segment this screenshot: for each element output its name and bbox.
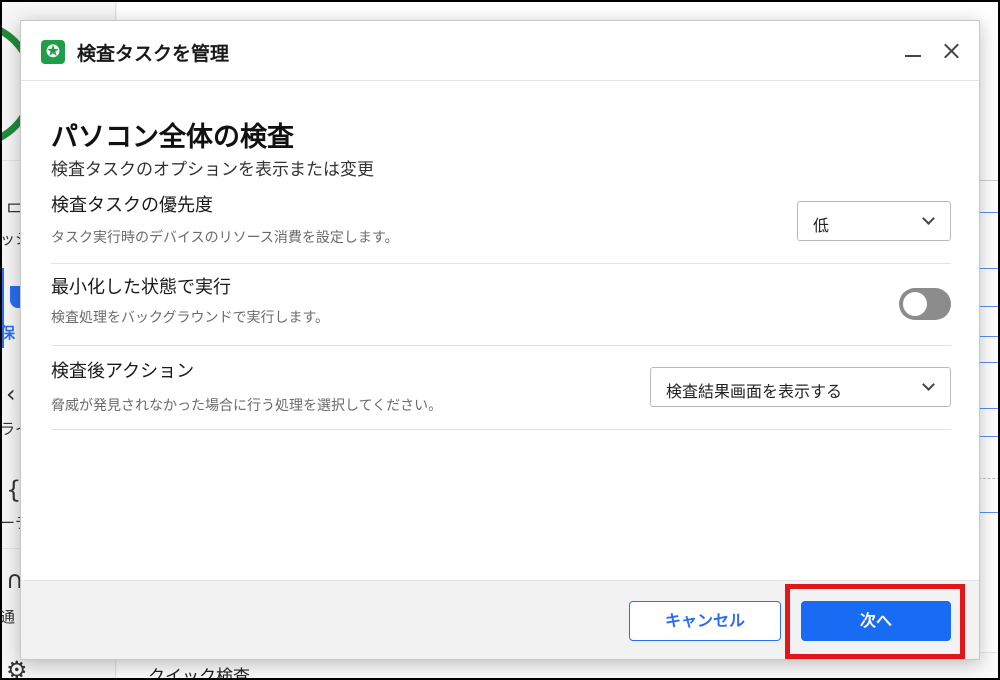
chevron-left-icon[interactable]: ‹ <box>6 380 16 408</box>
page-subtitle: 検査タスクのオプションを表示または変更 <box>51 160 374 180</box>
chevron-down-icon <box>922 212 935 225</box>
next-button[interactable]: 次へ <box>801 601 951 641</box>
dialog-titlebar: ✪ 検査タスクを管理 <box>21 21 979 81</box>
priority-description: タスク実行時のデバイスのリソース消費を設定します。 <box>51 230 399 246</box>
background-divider <box>978 362 1000 363</box>
background-divider <box>978 336 1000 337</box>
background-list-item[interactable]: クイック検査 <box>148 662 250 680</box>
post-scan-action-selected-value: 検査結果画面を表示する <box>666 382 843 401</box>
background-divider <box>978 306 1000 307</box>
run-minimized-toggle[interactable] <box>899 288 951 320</box>
background-divider <box>978 180 1000 181</box>
screen: ▭ ッシ 保 ‹ ライ { ーテ ∩ 通 ⚙ クイック検査 ✪ 検査タスクを管理… <box>0 0 1000 680</box>
dialog-title: 検査タスクを管理 <box>77 43 230 65</box>
app-logo-icon: ✪ <box>41 40 65 64</box>
manage-scan-task-dialog: ✪ 検査タスクを管理 パソコン全体の検査 検査タスクのオプションを表示または変更… <box>20 20 980 660</box>
background-divider <box>978 408 1000 409</box>
background-divider <box>978 512 1000 513</box>
sidebar-item-label[interactable]: 保 <box>0 322 15 343</box>
cancel-button[interactable]: キャンセル <box>629 601 781 641</box>
priority-setting-row: 検査タスクの優先度 タスク実行時のデバイスのリソース消費を設定します。 低 <box>51 191 951 264</box>
page-title: パソコン全体の検査 <box>51 122 294 153</box>
close-button[interactable] <box>935 35 967 67</box>
puzzle-icon[interactable]: { <box>6 476 21 504</box>
sidebar-item-label[interactable]: 通 <box>0 606 15 627</box>
run-minimized-label: 最小化した状態で実行 <box>51 277 231 298</box>
priority-selected-value: 低 <box>813 216 830 235</box>
post-scan-action-setting-row: 検査後アクション 脅威が発見されなかった場合に行う処理を選択してください。 検査… <box>51 346 951 430</box>
background-divider <box>978 212 1000 213</box>
post-scan-action-dropdown[interactable]: 検査結果画面を表示する <box>650 367 951 407</box>
dialog-footer: キャンセル 次へ <box>21 580 979 659</box>
chevron-down-icon <box>922 378 935 391</box>
minimize-button[interactable] <box>897 35 929 67</box>
run-minimized-description: 検査処理をバックグラウンドで実行します。 <box>51 310 330 326</box>
post-scan-action-description: 脅威が発見されなかった場合に行う処理を選択してください。 <box>51 398 443 414</box>
background-divider <box>978 268 1000 269</box>
background-divider <box>978 478 1000 479</box>
post-scan-action-label: 検査後アクション <box>51 361 195 382</box>
background-divider <box>978 436 1000 437</box>
run-minimized-setting-row: 最小化した状態で実行 検査処理をバックグラウンドで実行します。 <box>51 264 951 346</box>
priority-dropdown[interactable]: 低 <box>797 201 951 241</box>
priority-label: 検査タスクの優先度 <box>51 195 213 216</box>
minimize-icon <box>905 55 921 57</box>
toggle-knob <box>903 292 927 316</box>
